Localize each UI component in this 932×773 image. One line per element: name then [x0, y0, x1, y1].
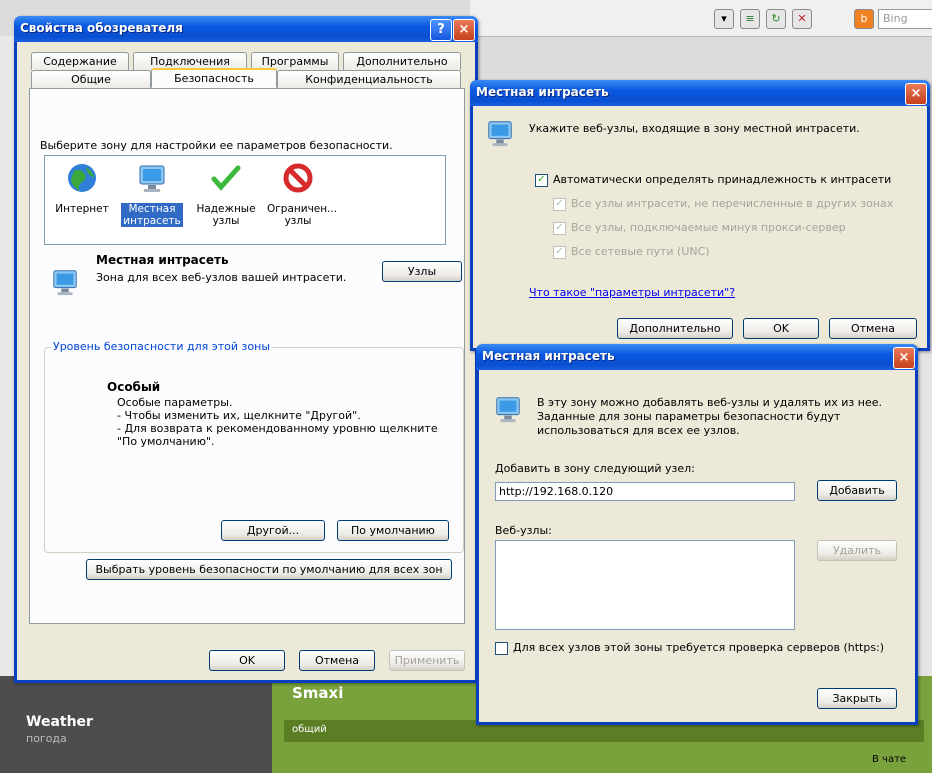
zone-trusted-label: Надежные узлы [196, 203, 256, 227]
zone-internet-label: Интернет [55, 203, 109, 215]
opt1-label: Все узлы интрасети, не перечисленные в д… [571, 197, 894, 210]
add-site-button[interactable]: Добавить [817, 480, 897, 501]
sites-dialog-close-button[interactable]: × [893, 347, 915, 369]
zone-intranet[interactable]: Местная интрасеть [121, 162, 183, 227]
sites-dialog-title: Местная интрасеть [482, 349, 615, 363]
security-level-title: Уровень безопасности для этой зоны [51, 340, 272, 353]
sites-list-label: Веб-узлы: [495, 524, 552, 537]
bing-icon: b [854, 9, 874, 29]
opt1-checkbox[interactable]: ✓ [553, 198, 566, 211]
tab-security[interactable]: Безопасность [151, 68, 277, 88]
sites-close-button[interactable]: Закрыть [817, 688, 897, 709]
sites-desc-3: использоваться для всех ее узлов. [537, 424, 740, 437]
tab-advanced[interactable]: Дополнительно [343, 52, 461, 70]
zone-restricted[interactable]: Ограничен... узлы [267, 162, 338, 227]
help-button[interactable]: ? [430, 19, 452, 41]
chat-link[interactable]: В чате [872, 754, 906, 765]
level-desc-2: - Чтобы изменить их, щелкните "Другой". [117, 409, 361, 422]
intranet-settings-link[interactable]: Что такое "параметры интрасети"? [529, 286, 735, 299]
monitor-icon [488, 121, 512, 147]
zone-name: Местная интрасеть [96, 253, 229, 267]
intranet-dialog-close-button[interactable]: × [905, 83, 927, 105]
weather-title: Weather [26, 714, 93, 730]
intranet-dialog: Местная интрасеть × Укажите веб-узлы, вх… [470, 80, 930, 351]
tab-privacy[interactable]: Конфиденциальность [277, 70, 461, 88]
intranet-heading: Укажите веб-узлы, входящие в зону местно… [529, 122, 860, 135]
opt2-label: Все узлы, подключаемые минуя прокси-серв… [571, 221, 846, 234]
tab-general[interactable]: общий [292, 724, 327, 735]
default-level-button[interactable]: По умолчанию [337, 520, 449, 541]
sites-button[interactable]: Узлы [382, 261, 462, 282]
custom-level-button[interactable]: Другой... [221, 520, 325, 541]
checkmark-icon [211, 165, 241, 191]
sites-desc-1: В эту зону можно добавлять веб-узлы и уд… [537, 396, 882, 409]
dropdown-icon[interactable]: ▾ [714, 9, 734, 29]
ok-button[interactable]: OK [209, 650, 285, 671]
zone-restricted-label: Ограничен... узлы [267, 203, 338, 227]
level-desc-4: "По умолчанию". [117, 435, 215, 448]
intranet-cancel-button[interactable]: Отмена [829, 318, 917, 339]
sites-dialog-titlebar: Местная интрасеть × [476, 344, 918, 370]
opt3-label: Все сетевые пути (UNC) [571, 245, 710, 258]
remove-site-button[interactable]: Удалить [817, 540, 897, 561]
search-box[interactable]: Bing [878, 9, 932, 29]
zone-description: Зона для всех веб-узлов вашей интрасети. [96, 271, 347, 284]
monitor-icon [139, 165, 165, 192]
page-right-strip [918, 340, 932, 676]
level-name: Особый [107, 380, 161, 394]
internet-options-window: Свойства обозревателя ? × Содержание Под… [14, 16, 478, 683]
auto-detect-checkbox[interactable]: ✓ [535, 174, 548, 187]
cancel-button[interactable]: Отмена [299, 650, 375, 671]
rss-icon[interactable]: ≡ [740, 9, 760, 29]
weather-widget: Weather погода [0, 676, 272, 773]
zone-trusted[interactable]: Надежные узлы [195, 162, 257, 227]
security-tab-panel: Выберите зону для настройки ее параметро… [29, 88, 465, 624]
monitor-icon [496, 397, 520, 423]
tab-content[interactable]: Содержание [31, 52, 129, 70]
stop-icon[interactable]: ✕ [792, 9, 812, 29]
smaxi-title: Smaxi [292, 684, 344, 702]
opt3-checkbox[interactable]: ✓ [553, 246, 566, 259]
zone-list[interactable]: Интернет Местная интрасеть Надежные узлы… [44, 155, 446, 245]
level-desc-1: Особые параметры. [117, 396, 233, 409]
intranet-dialog-titlebar: Местная интрасеть × [470, 80, 930, 106]
advanced-button[interactable]: Дополнительно [617, 318, 733, 339]
zone-intranet-label: Местная интрасеть [121, 203, 183, 227]
add-site-label: Добавить в зону следующий узел: [495, 462, 695, 475]
browser-toolbar: ▾ ≡ ↻ ✕ b Bing [470, 0, 932, 37]
reset-all-zones-button[interactable]: Выбрать уровень безопасности по умолчани… [86, 559, 452, 580]
sites-desc-2: Заданные для зоны параметры безопасности… [537, 410, 841, 423]
globe-icon [68, 164, 96, 192]
sites-dialog: Местная интрасеть × В эту зону можно доб… [476, 344, 918, 725]
weather-subtitle: погода [26, 732, 67, 745]
opt2-checkbox[interactable]: ✓ [553, 222, 566, 235]
auto-detect-label: Автоматически определять принадлежность … [553, 173, 892, 186]
https-required-checkbox[interactable] [495, 642, 508, 655]
tab-general[interactable]: Общие [31, 70, 151, 88]
internet-options-titlebar: Свойства обозревателя ? × [14, 16, 478, 42]
window-title: Свойства обозревателя [20, 21, 183, 35]
intranet-zone-icon [53, 270, 77, 296]
apply-button[interactable]: Применить [389, 650, 465, 671]
add-site-input[interactable]: http://192.168.0.120 [495, 482, 795, 501]
zone-internet[interactable]: Интернет [51, 162, 113, 215]
security-level-group: Уровень безопасности для этой зоны Особы… [44, 340, 464, 553]
sites-list[interactable] [495, 540, 795, 630]
close-button[interactable]: × [453, 19, 475, 41]
https-required-label: Для всех узлов этой зоны требуется прове… [513, 641, 885, 654]
level-desc-3: - Для возврата к рекомендованному уровню… [117, 422, 438, 435]
restricted-icon [283, 163, 313, 193]
intranet-dialog-title: Местная интрасеть [476, 85, 609, 99]
intranet-ok-button[interactable]: OK [743, 318, 819, 339]
zone-prompt: Выберите зону для настройки ее параметро… [40, 139, 393, 152]
refresh-icon[interactable]: ↻ [766, 9, 786, 29]
